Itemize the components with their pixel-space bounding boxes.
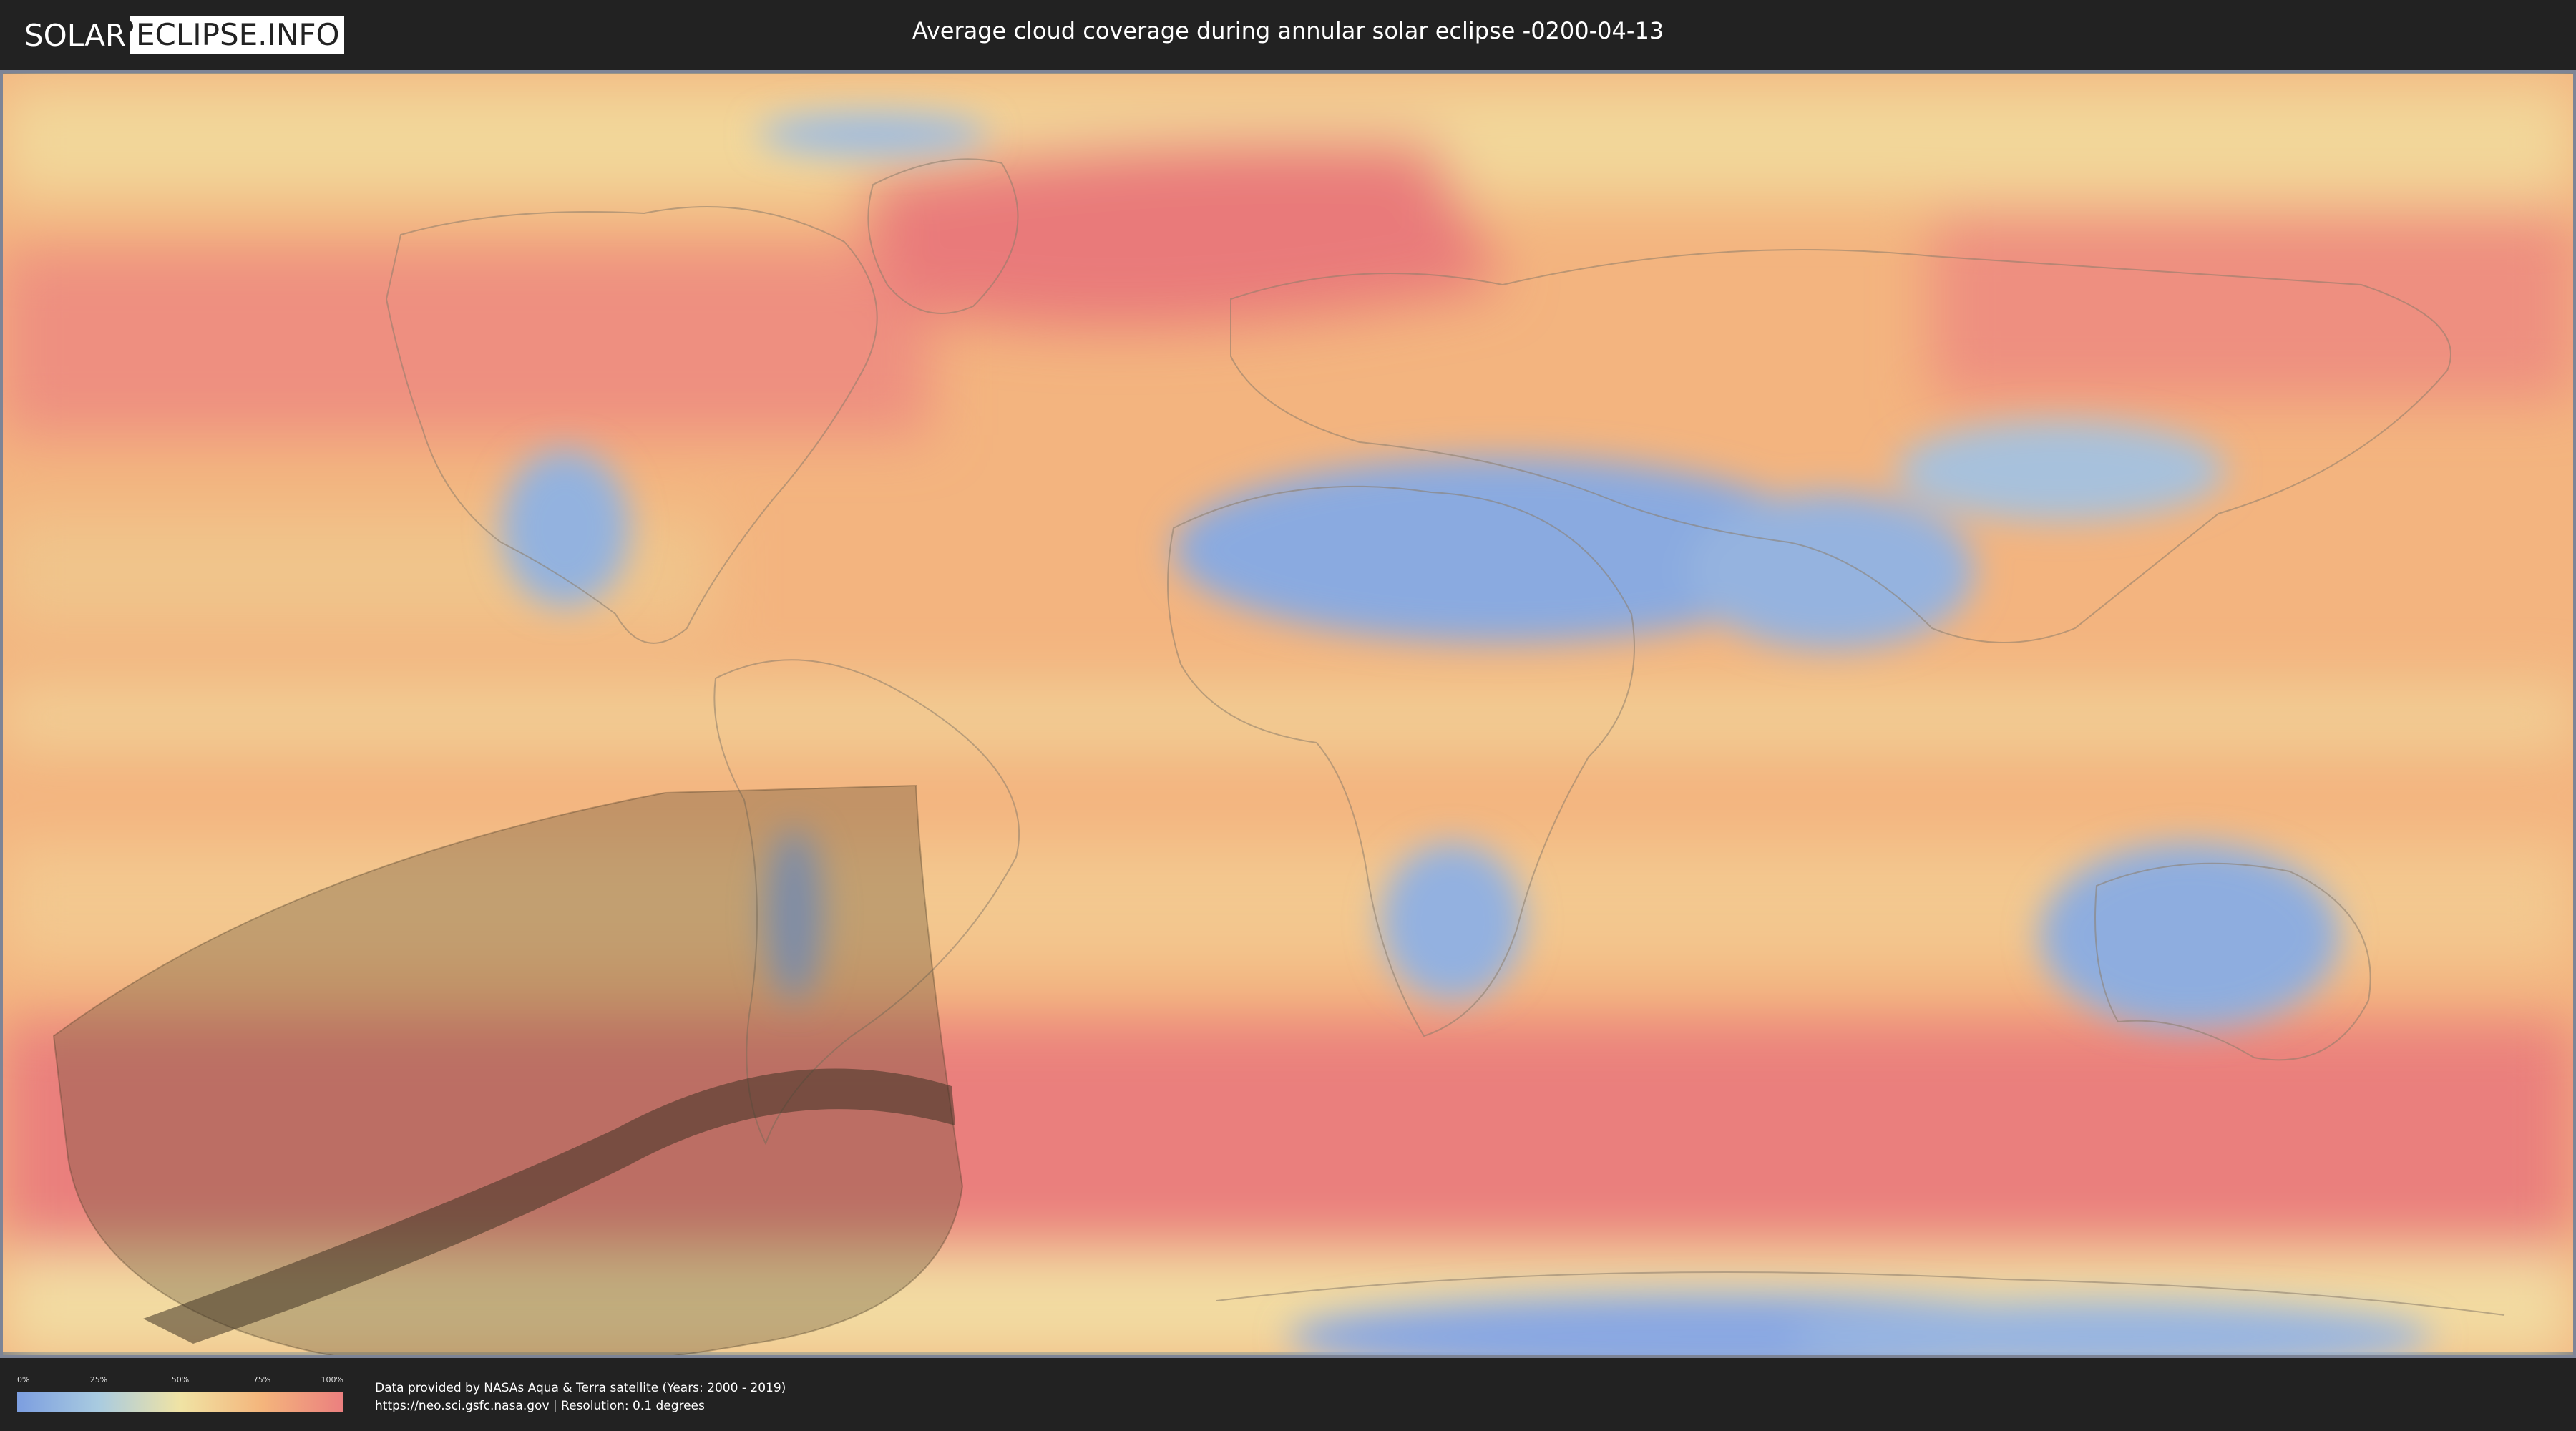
legend-tick-labels: 0% 25% 50% 75% 100% bbox=[17, 1375, 343, 1385]
legend-tick-25: 25% bbox=[89, 1375, 108, 1384]
top-bar: SOLAR ECLIPSE.INFO Average cloud coverag… bbox=[0, 0, 2576, 70]
legend-tick-50: 50% bbox=[171, 1375, 190, 1384]
cloud-coverage-map[interactable] bbox=[0, 70, 2576, 1358]
page-title: Average cloud coverage during annular so… bbox=[912, 17, 1664, 44]
data-credits: Data provided by NASAs Aqua & Terra sate… bbox=[375, 1379, 786, 1415]
credits-line-1: Data provided by NASAs Aqua & Terra sate… bbox=[375, 1381, 786, 1395]
legend-color-bar bbox=[17, 1392, 343, 1412]
credits-line-2[interactable]: https://neo.sci.gsfc.nasa.gov | Resoluti… bbox=[375, 1397, 786, 1415]
legend-tick-0: 0% bbox=[17, 1375, 30, 1384]
legend-tick-75: 75% bbox=[253, 1375, 271, 1384]
map-svg bbox=[0, 70, 2576, 1358]
legend-tick-100: 100% bbox=[321, 1375, 343, 1384]
